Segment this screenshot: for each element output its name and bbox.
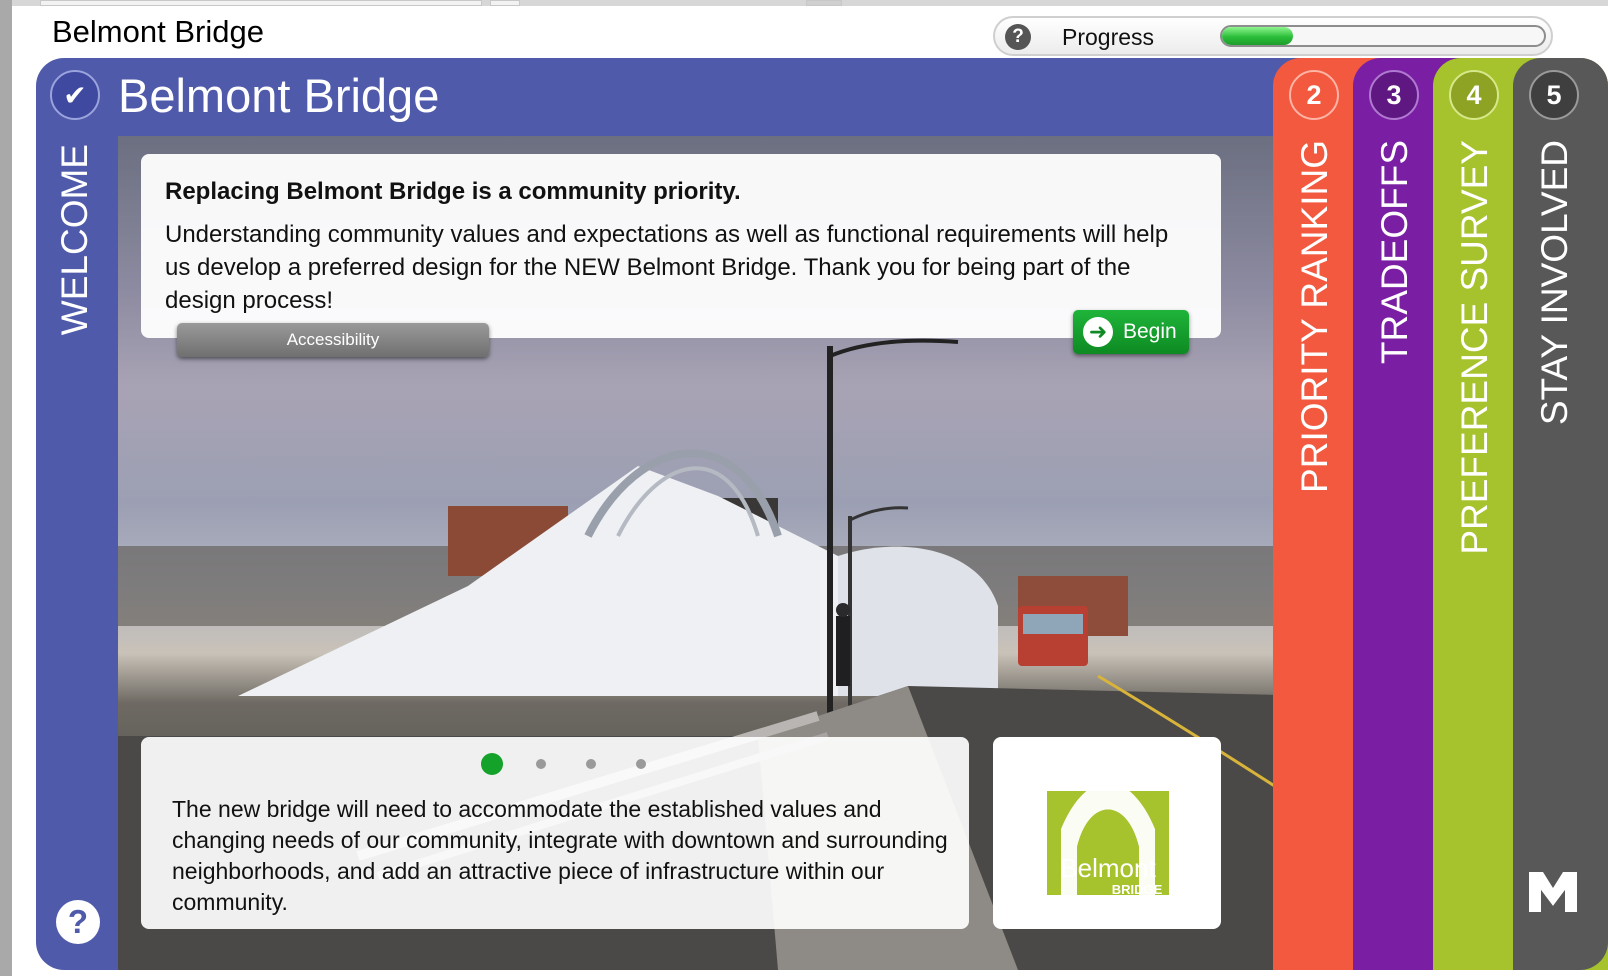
slide-dot[interactable] [636, 759, 646, 769]
belmont-bridge-logo-mark: Belmont BRIDGE [1047, 782, 1169, 897]
help-circle-icon[interactable]: ? [1005, 24, 1031, 50]
tab-welcome[interactable]: WELCOME [50, 144, 100, 394]
step-number-badge: 4 [1449, 70, 1499, 120]
mysidewalk-logo-icon [1529, 872, 1577, 914]
slide-card: The new bridge will need to accommodate … [141, 737, 969, 929]
slide-dot[interactable] [586, 759, 596, 769]
progress-bar [1220, 25, 1546, 47]
intro-card: Replacing Belmont Bridge is a community … [141, 154, 1221, 338]
begin-label: Begin [1123, 320, 1177, 343]
tab-label-wrap: STAY INVOLVED [1531, 140, 1579, 540]
tab-label-wrap: TRADEOFFS [1371, 140, 1419, 540]
step-number-badge: 3 [1369, 70, 1419, 120]
tab-label: PREFERENCE SURVEY [1454, 140, 1495, 555]
accessibility-button[interactable]: Accessibility [177, 323, 489, 357]
toolbar-segment [806, 0, 842, 6]
logo-word-belmont: Belmont [1060, 853, 1156, 883]
progress-fill [1222, 27, 1293, 45]
tab-label-wrap: PRIORITY RANKING [1291, 140, 1339, 540]
slide-dot[interactable] [536, 759, 546, 769]
survey-panel: ✔ Belmont Bridge WELCOME ? Replacing Bel… [36, 58, 1608, 970]
app-title: Belmont Bridge [52, 14, 264, 49]
welcome-header-title: Belmont Bridge [118, 69, 440, 122]
intro-heading: Replacing Belmont Bridge is a community … [165, 178, 741, 205]
help-question-icon[interactable]: ? [56, 900, 100, 944]
welcome-section: ✔ Belmont Bridge WELCOME ? Replacing Bel… [36, 58, 1321, 970]
belmont-bridge-logo: Belmont BRIDGE [993, 737, 1221, 929]
tab-stay-involved[interactable]: 5 STAY INVOLVED [1513, 58, 1608, 970]
step-number-badge: 2 [1289, 70, 1339, 120]
tab-label: PRIORITY RANKING [1294, 140, 1335, 493]
slide-text: The new bridge will need to accommodate … [172, 796, 948, 915]
step-number-badge: 5 [1529, 70, 1579, 120]
tab-label-wrap: PREFERENCE SURVEY [1451, 140, 1499, 555]
window-left-edge [0, 0, 12, 976]
arrow-right-icon: ➜ [1083, 317, 1113, 347]
checkmark-icon: ✔ [50, 70, 100, 120]
tab-welcome-label: WELCOME [54, 144, 95, 336]
bridge-photo: Replacing Belmont Bridge is a community … [118, 136, 1321, 970]
progress-widget: ? Progress [993, 16, 1553, 56]
progress-label: Progress [1062, 24, 1155, 50]
toolbar-segment [40, 0, 482, 6]
tab-label: STAY INVOLVED [1534, 140, 1575, 426]
slide-dot[interactable] [481, 753, 503, 775]
begin-button[interactable]: ➜ Begin [1073, 310, 1189, 354]
intro-body: Understanding community values and expec… [165, 221, 1169, 314]
tab-label: TRADEOFFS [1374, 140, 1415, 365]
window-top-toolbar [12, 0, 1608, 6]
toolbar-segment [490, 0, 520, 6]
logo-word-bridge: BRIDGE [1112, 882, 1163, 897]
